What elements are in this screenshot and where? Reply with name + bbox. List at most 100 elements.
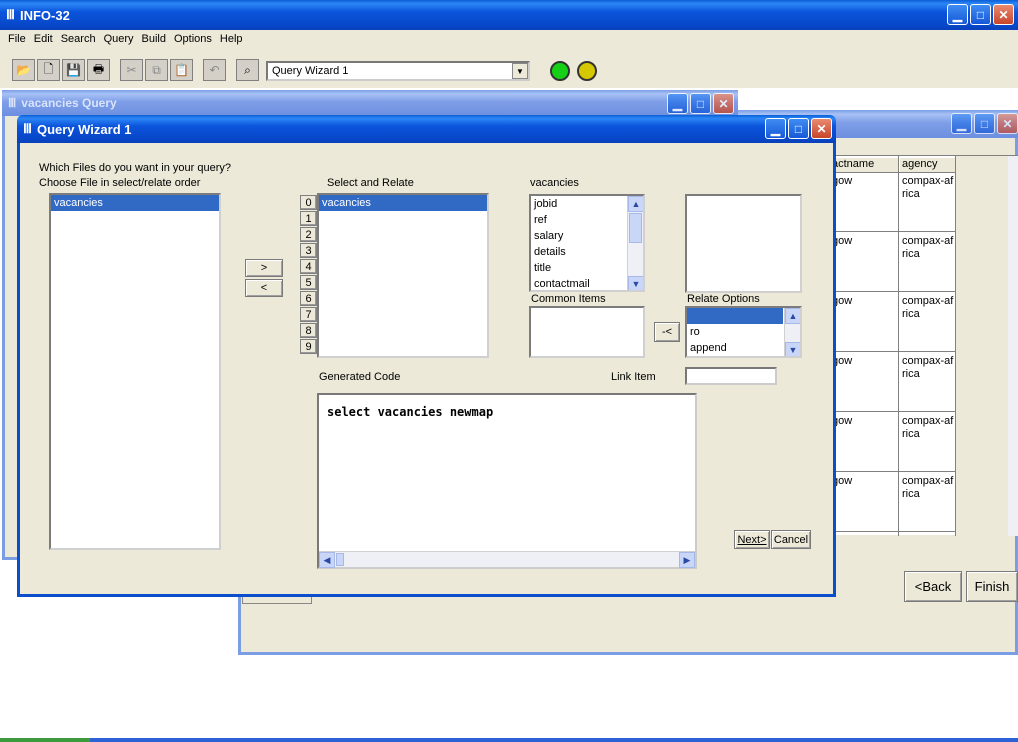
files-prompt-order: Choose File in select/relate order — [39, 177, 201, 189]
open-folder-icon[interactable]: 📂 — [12, 59, 35, 81]
wizard-title-bar[interactable]: Ⅲ Query Wizard 1 ▁ □ ✕ — [17, 115, 836, 143]
grid-cell: compax-af rica — [902, 415, 954, 440]
slot-2-button[interactable]: 2 — [300, 227, 317, 242]
menu-build[interactable]: Build — [138, 31, 170, 47]
relate-options-scrollbar[interactable]: ▲ ▼ — [784, 308, 800, 356]
slot-6-button[interactable]: 6 — [300, 291, 317, 306]
scroll-up-icon[interactable]: ▲ — [628, 196, 643, 212]
files-prompt: Which Files do you want in your query? — [39, 162, 231, 174]
wizard-icon: Ⅲ — [23, 121, 32, 136]
slot-7-button[interactable]: 7 — [300, 307, 317, 322]
slot-0-button[interactable]: 0 — [300, 195, 317, 210]
app-title-bar[interactable]: Ⅲ INFO-32 ▁ □ ✕ — [0, 0, 1018, 30]
slot-8-button[interactable]: 8 — [300, 323, 317, 338]
results-grid: actname agency gow compax-af rica gow co… — [830, 155, 1018, 536]
grid-cell: compax-af rica — [902, 355, 954, 380]
query-window-title-bar[interactable]: Ⅲ vacancies Query ▁ □ ✕ — [2, 90, 738, 116]
code-horizontal-scrollbar[interactable]: ◀ ▶ — [319, 551, 695, 568]
cancel-button[interactable]: Cancel — [771, 530, 811, 549]
status-light-green-icon — [550, 61, 570, 81]
close-button[interactable]: ✕ — [713, 93, 734, 114]
add-file-button[interactable]: > — [245, 259, 283, 277]
common-items-label: Common Items — [531, 293, 606, 305]
select-relate-label: Select and Relate — [327, 177, 414, 189]
slot-9-button[interactable]: 9 — [300, 339, 317, 354]
app-title: INFO-32 — [19, 7, 70, 23]
remove-file-button[interactable]: < — [245, 279, 283, 297]
menu-query[interactable]: Query — [100, 31, 138, 47]
slot-1-button[interactable]: 1 — [300, 211, 317, 226]
generated-code-textarea[interactable]: select vacancies newmap ◀ ▶ — [317, 393, 697, 569]
maximize-button[interactable]: □ — [970, 4, 991, 25]
fields-scrollbar[interactable]: ▲ ▼ — [627, 196, 643, 290]
wizard-title: Query Wizard 1 — [36, 121, 132, 137]
related-fields-list[interactable] — [685, 194, 802, 293]
back-button[interactable]: <Back — [904, 571, 962, 602]
menu-help[interactable]: Help — [216, 31, 247, 47]
scroll-thumb[interactable] — [336, 553, 344, 566]
minimize-button[interactable]: ▁ — [951, 113, 972, 134]
grid-header-agency[interactable]: agency — [900, 158, 956, 172]
close-button[interactable]: ✕ — [993, 4, 1014, 25]
background-window-edge — [242, 596, 312, 604]
minimize-button[interactable]: ▁ — [765, 118, 786, 139]
grid-cell: compax-af rica — [902, 175, 954, 200]
copy-icon[interactable]: ⧉ — [145, 59, 168, 81]
generated-code-label: Generated Code — [319, 371, 401, 383]
grid-cell: compax-af rica — [902, 235, 954, 260]
undo-icon[interactable]: ↶ — [203, 59, 226, 81]
slot-5-button[interactable]: 5 — [300, 275, 317, 290]
common-items-list[interactable] — [529, 306, 645, 358]
menu-search[interactable]: Search — [57, 31, 100, 47]
status-light-yellow-icon — [577, 61, 597, 81]
window-select-value: Query Wizard 1 — [272, 65, 349, 77]
grid-cell: compax-af rica — [902, 475, 954, 500]
paste-icon[interactable]: 📋 — [170, 59, 193, 81]
maximize-button[interactable]: □ — [788, 118, 809, 139]
query-window-icon: Ⅲ — [8, 96, 17, 110]
save-icon[interactable]: 💾 — [62, 59, 85, 81]
menu-options[interactable]: Options — [170, 31, 216, 47]
scroll-thumb[interactable] — [629, 213, 642, 243]
scroll-right-icon[interactable]: ▶ — [679, 552, 695, 568]
menu-edit[interactable]: Edit — [30, 31, 57, 47]
finish-button[interactable]: Finish — [966, 571, 1018, 602]
cut-icon[interactable]: ✂ — [120, 59, 143, 81]
scroll-down-icon[interactable]: ▼ — [785, 342, 800, 356]
window-select-dropdown[interactable]: Query Wizard 1 ▼ — [266, 61, 530, 81]
list-item[interactable] — [687, 308, 783, 324]
minimize-button[interactable]: ▁ — [947, 4, 968, 25]
relate-options-label: Relate Options — [687, 293, 760, 305]
query-window-title: vacancies Query — [21, 96, 117, 110]
next-button[interactable]: Next> — [734, 530, 770, 549]
list-item[interactable]: vacancies — [319, 195, 487, 211]
grid-header-actname[interactable]: actname — [832, 158, 898, 172]
list-item[interactable]: vacancies — [51, 195, 219, 211]
scroll-up-icon[interactable]: ▲ — [785, 308, 800, 324]
binoculars-icon[interactable]: ⌕ — [236, 59, 259, 81]
link-item-input[interactable] — [685, 367, 777, 385]
new-document-icon[interactable]: 🗋 — [37, 59, 60, 81]
slot-4-button[interactable]: 4 — [300, 259, 317, 274]
close-button[interactable]: ✕ — [997, 113, 1018, 134]
slot-3-button[interactable]: 3 — [300, 243, 317, 258]
minimize-button[interactable]: ▁ — [667, 93, 688, 114]
maximize-button[interactable]: □ — [974, 113, 995, 134]
grid-vertical-scrollbar[interactable] — [1008, 156, 1018, 536]
link-button[interactable]: -< — [654, 322, 680, 342]
select-relate-list[interactable]: vacancies — [317, 193, 489, 358]
relate-options-list[interactable]: ro append ▲ ▼ — [685, 306, 802, 358]
menu-file[interactable]: File — [4, 31, 30, 47]
grid-cell: compax-af rica — [902, 295, 954, 320]
maximize-button[interactable]: □ — [690, 93, 711, 114]
close-button[interactable]: ✕ — [811, 118, 832, 139]
scroll-down-icon[interactable]: ▼ — [628, 276, 643, 290]
link-item-label: Link Item — [611, 371, 656, 383]
print-icon[interactable]: 🖶 — [87, 59, 110, 81]
app-icon: Ⅲ — [6, 7, 15, 22]
scroll-left-icon[interactable]: ◀ — [319, 552, 335, 568]
files-list[interactable]: vacancies — [49, 193, 221, 550]
generated-code-text: select vacancies newmap — [327, 405, 494, 419]
fields-list[interactable]: jobid ref salary details title contactma… — [529, 194, 645, 292]
chevron-down-icon[interactable]: ▼ — [512, 63, 528, 79]
